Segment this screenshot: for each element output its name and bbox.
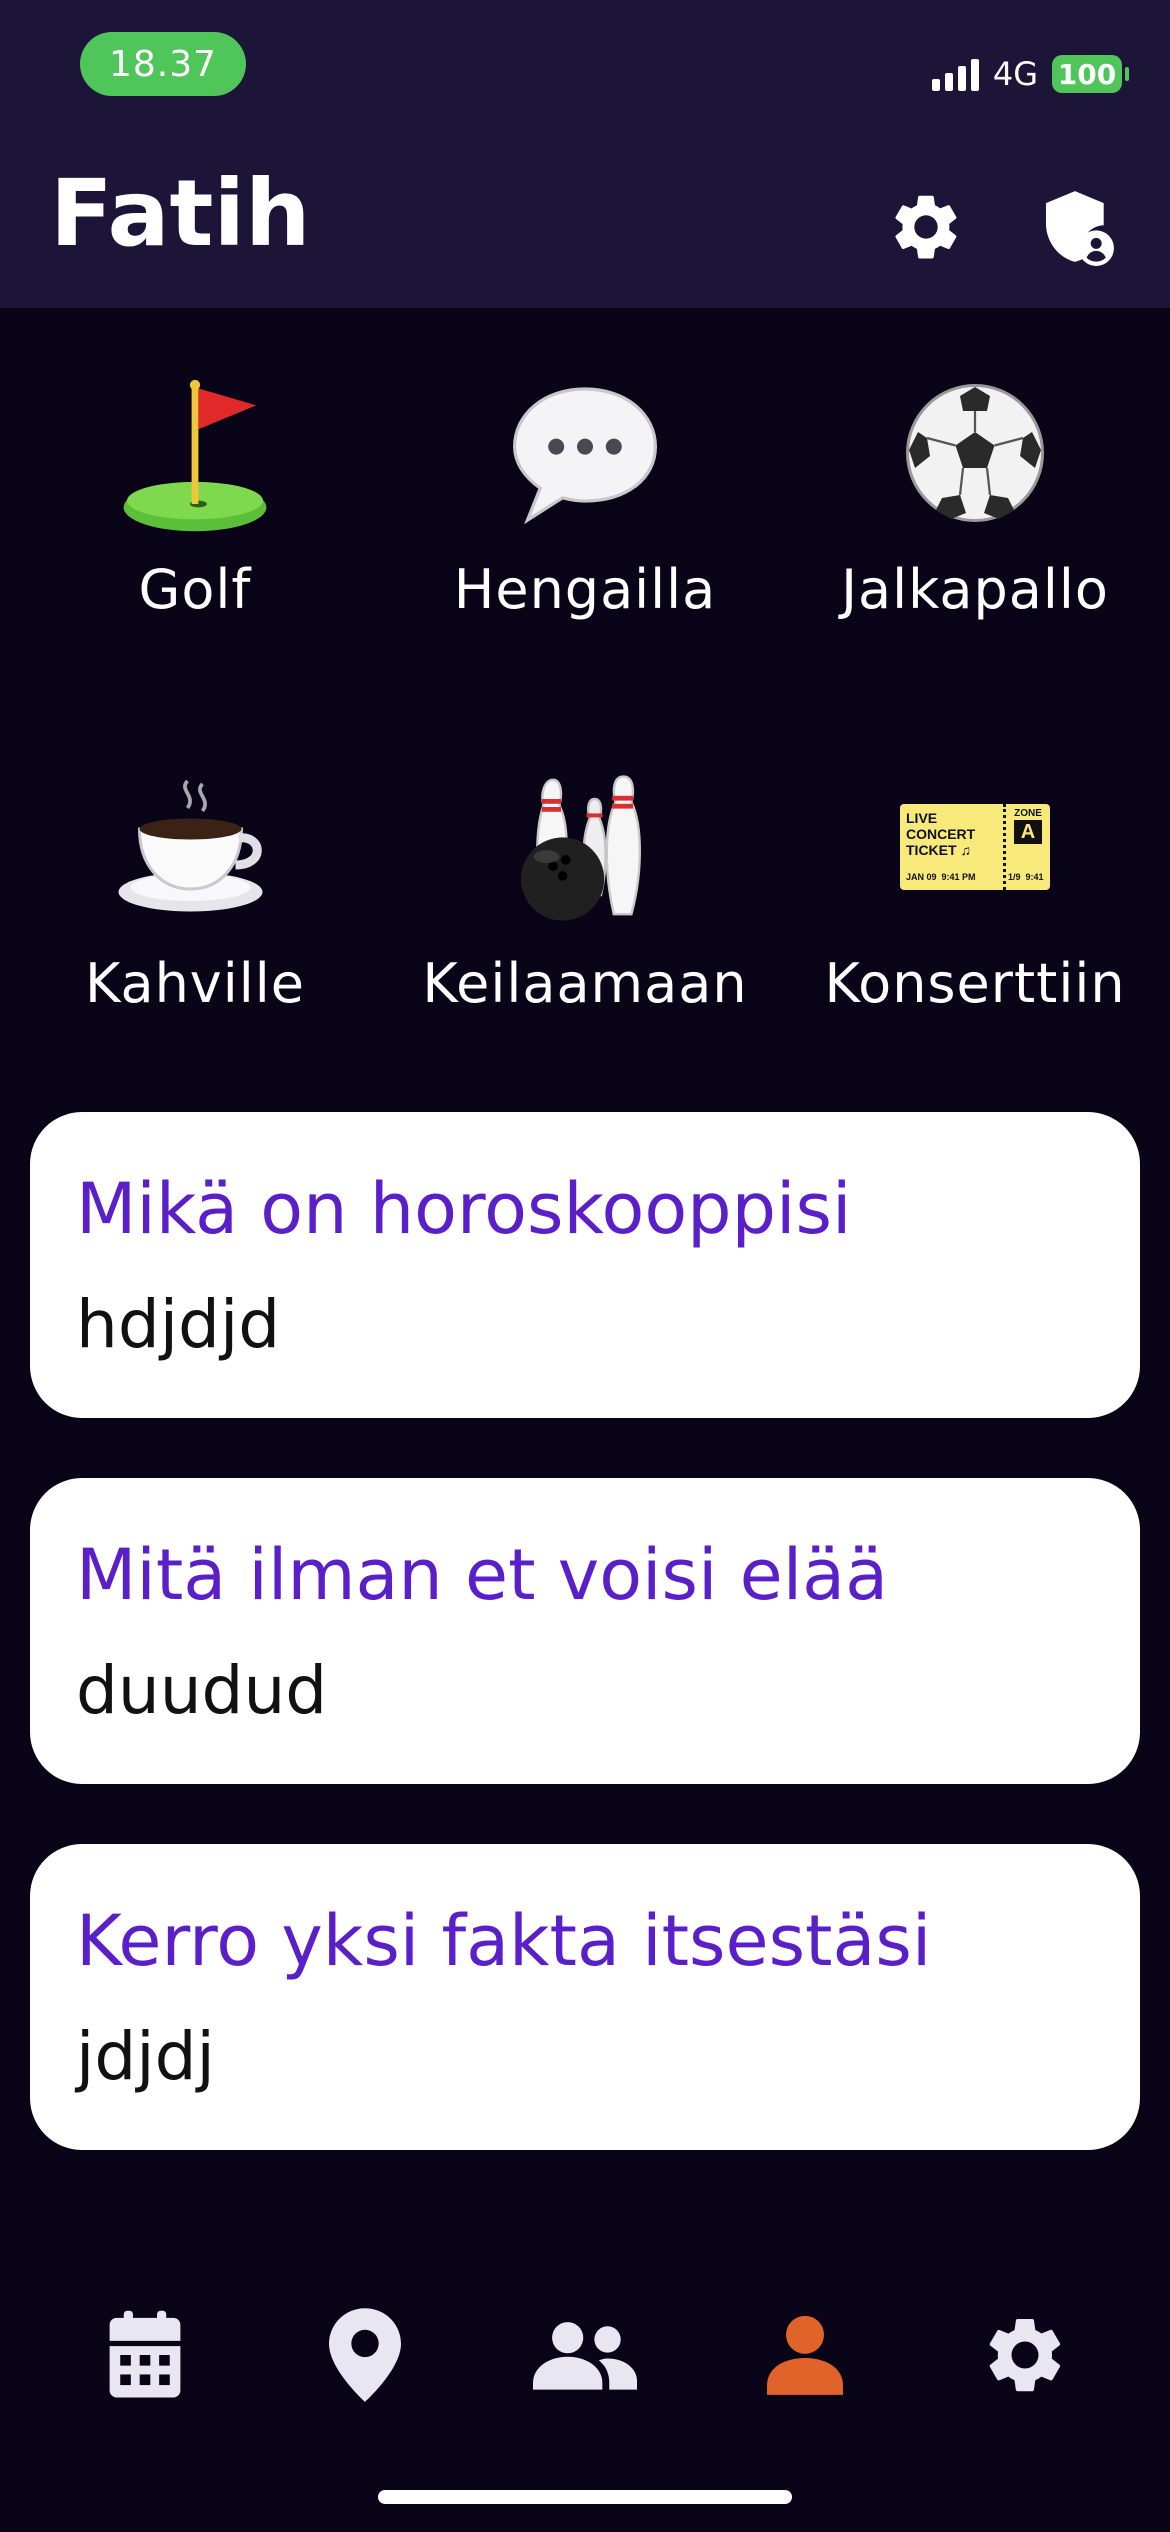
prompt-card[interactable]: Kerro yksi fakta itsestäsi jdjdj [30,1844,1140,2150]
coffee-cup-icon [0,762,390,932]
tab-settings[interactable] [970,2300,1080,2410]
gear-icon [989,2319,1061,2392]
status-indicators: 4G 100 [931,50,1129,98]
battery-level: 100 [1057,57,1117,91]
people-icon [533,2322,637,2390]
calendar-icon [109,2310,181,2398]
activity-label: Kahville [85,952,305,1015]
network-type: 4G [992,55,1038,93]
prompt-answer: hdjdjd [76,1286,281,1363]
activity-konserttiin[interactable]: LIVE CONCERT TICKET ♫ ZONE A JAN 09 9:41… [780,762,1170,1062]
activity-label: Keilaamaan [422,952,748,1015]
activity-golf[interactable]: Golf [0,368,390,668]
soccer-ball-icon [780,368,1170,538]
person-icon [767,2315,843,2395]
page-title: Fatih [50,160,311,267]
activity-label: Golf [138,558,252,621]
status-time: 18.37 [80,32,246,96]
privacy-button[interactable] [1030,182,1120,272]
location-pin-icon [329,2308,401,2402]
activity-label: Jalkapallo [841,558,1109,621]
prompt-card[interactable]: Mikä on horoskooppisi hdjdjd [30,1112,1140,1418]
tab-map[interactable] [310,2300,420,2410]
shield-person-icon [1045,191,1114,266]
settings-button[interactable] [881,182,971,272]
prompt-question: Mitä ilman et voisi elää [76,1534,888,1616]
prompt-answer: duudud [76,1652,328,1729]
prompt-question: Mikä on horoskooppisi [76,1168,852,1250]
app-header: 18.37 4G 100 Fatih [0,0,1170,308]
prompt-answer: jdjdj [76,2018,215,2095]
tab-people[interactable] [530,2300,640,2410]
prompt-card[interactable]: Mitä ilman et voisi elää duudud [30,1478,1140,1784]
speech-bubble-icon [390,368,780,538]
activity-hengailla[interactable]: Hengailla [390,368,780,668]
concert-ticket-icon: LIVE CONCERT TICKET ♫ ZONE A JAN 09 9:41… [780,762,1170,932]
golf-flag-icon [0,368,390,538]
tab-profile[interactable] [750,2300,860,2410]
cellular-signal-icon [931,57,979,91]
activity-label: Konserttiin [824,952,1126,1015]
activity-keilaamaan[interactable]: Keilaamaan [390,762,780,1062]
battery-icon: 100 [1052,55,1129,93]
home-indicator[interactable] [378,2490,792,2504]
activity-jalkapallo[interactable]: Jalkapallo [780,368,1170,668]
bowling-icon [390,762,780,932]
gear-icon [895,195,957,259]
activity-kahville[interactable]: Kahville [0,762,390,1062]
activity-label: Hengailla [453,558,717,621]
ticket-graphic: LIVE CONCERT TICKET ♫ ZONE A JAN 09 9:41… [900,804,1050,890]
tab-calendar[interactable] [90,2300,200,2410]
prompt-question: Kerro yksi fakta itsestäsi [76,1900,932,1982]
